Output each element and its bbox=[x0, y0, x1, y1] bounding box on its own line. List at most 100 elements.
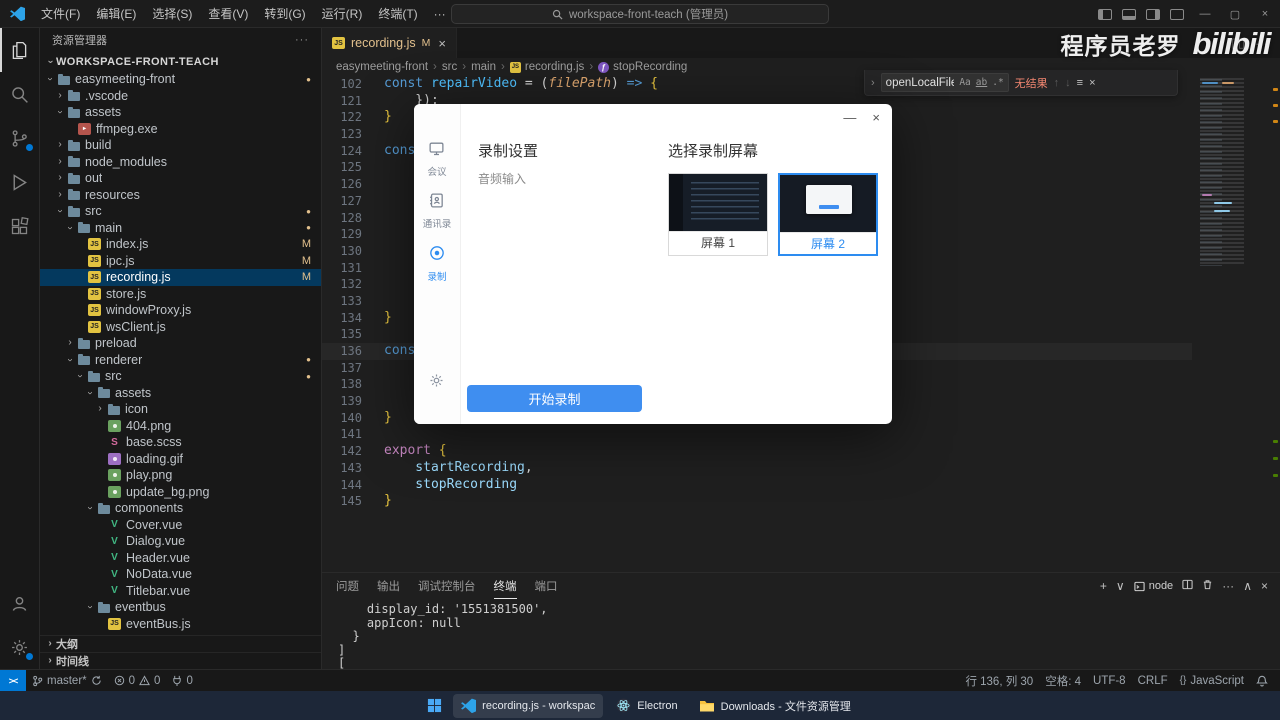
dialog-settings-gear-icon[interactable] bbox=[428, 372, 445, 394]
ports-item[interactable]: 0 bbox=[166, 670, 198, 691]
overview-ruler[interactable] bbox=[1271, 76, 1280, 572]
cursor-position[interactable]: 行 136, 列 30 bbox=[959, 670, 1039, 691]
tree-item-src[interactable]: src ● bbox=[40, 368, 321, 385]
breadcrumb-main[interactable]: main bbox=[471, 61, 496, 73]
customize-layout-icon[interactable] bbox=[1170, 8, 1184, 20]
minimap[interactable] bbox=[1194, 76, 1270, 266]
screen-option-1[interactable]: 屏幕 1 bbox=[668, 173, 768, 256]
breadcrumb-easymeeting-front[interactable]: easymeeting-front bbox=[336, 61, 428, 73]
dialog-nav-录制[interactable]: 录制 bbox=[427, 244, 447, 283]
tree-item-out[interactable]: out bbox=[40, 170, 321, 187]
find-expand-icon[interactable]: › bbox=[871, 77, 875, 89]
editor-more-icon[interactable]: ··· bbox=[1255, 36, 1268, 51]
encoding[interactable]: UTF-8 bbox=[1087, 670, 1132, 691]
tree-item-node_modules[interactable]: node_modules bbox=[40, 154, 321, 171]
tree-item-play.png[interactable]: play.png bbox=[40, 467, 321, 484]
find-previous-icon[interactable]: ↑ bbox=[1054, 77, 1060, 89]
source-control-icon[interactable] bbox=[0, 116, 40, 160]
match-case-icon[interactable]: Aa bbox=[959, 77, 970, 88]
panel-tab-输出[interactable]: 输出 bbox=[377, 573, 400, 599]
tree-item-easymeeting-front[interactable]: easymeeting-front ● bbox=[40, 71, 321, 88]
kill-terminal-icon[interactable] bbox=[1202, 579, 1213, 593]
find-close-icon[interactable]: × bbox=[1089, 77, 1095, 89]
tree-item-Dialog.vue[interactable]: Dialog.vue bbox=[40, 533, 321, 550]
menu-文件(F)[interactable]: 文件(F) bbox=[33, 0, 88, 27]
sidebar-section-大纲[interactable]: 大纲 bbox=[40, 635, 321, 652]
taskbar-electron[interactable]: Electron bbox=[608, 694, 685, 718]
dialog-minimize-icon[interactable]: — bbox=[843, 111, 856, 124]
menu-编辑(E)[interactable]: 编辑(E) bbox=[88, 0, 144, 27]
menu-终端(T)[interactable]: 终端(T) bbox=[370, 0, 425, 27]
panel-more-icon[interactable]: ··· bbox=[1222, 579, 1234, 593]
tree-item-renderer[interactable]: renderer ● bbox=[40, 352, 321, 369]
panel-tab-问题[interactable]: 问题 bbox=[336, 573, 359, 599]
code-line-143[interactable]: 143 startRecording, bbox=[322, 460, 1192, 477]
eol-sequence[interactable]: CRLF bbox=[1132, 670, 1174, 691]
tree-item-.vscode[interactable]: .vscode bbox=[40, 88, 321, 105]
code-line-141[interactable]: 141 bbox=[322, 426, 1192, 443]
menu-运行(R)[interactable]: 运行(R) bbox=[314, 0, 371, 27]
close-panel-icon[interactable]: × bbox=[1261, 579, 1268, 593]
maximize-panel-icon[interactable]: ∧ bbox=[1243, 579, 1252, 593]
tree-item-eventBus.js[interactable]: eventBus.js bbox=[40, 616, 321, 633]
breadcrumb-src[interactable]: src bbox=[442, 61, 457, 73]
find-next-icon[interactable]: ↓ bbox=[1065, 77, 1071, 89]
panel-tab-终端[interactable]: 终端 bbox=[493, 573, 517, 599]
find-input[interactable]: openLocalFile Aa ab .* bbox=[880, 73, 1009, 92]
tree-item-recording.js[interactable]: recording.js M bbox=[40, 269, 321, 286]
search-sidebar-icon[interactable] bbox=[0, 72, 40, 116]
tree-item-ffmpeg.exe[interactable]: ffmpeg.exe bbox=[40, 121, 321, 138]
menu-转到(G)[interactable]: 转到(G) bbox=[256, 0, 313, 27]
dialog-nav-通讯录[interactable]: 通讯录 bbox=[423, 192, 451, 230]
command-center-search[interactable]: workspace-front-teach (管理员) bbox=[451, 4, 829, 24]
menu-查看(V)[interactable]: 查看(V) bbox=[200, 0, 256, 27]
tree-item-eventbus[interactable]: eventbus bbox=[40, 599, 321, 616]
close-button[interactable]: × bbox=[1250, 8, 1280, 20]
code-line-145[interactable]: 145} bbox=[322, 493, 1192, 510]
panel-tab-端口[interactable]: 端口 bbox=[535, 573, 558, 599]
tree-item-base.scss[interactable]: base.scss bbox=[40, 434, 321, 451]
tree-item-src[interactable]: src ● bbox=[40, 203, 321, 220]
remote-indicator[interactable]: >< bbox=[0, 670, 26, 691]
whole-word-icon[interactable]: ab bbox=[976, 77, 987, 88]
notifications-bell-icon[interactable] bbox=[1250, 670, 1274, 691]
run-debug-icon[interactable] bbox=[0, 160, 40, 204]
tab-close-icon[interactable]: × bbox=[438, 36, 446, 51]
breadcrumb-stopRecording[interactable]: stopRecording bbox=[598, 61, 687, 73]
audio-input-label[interactable]: 音频输入 bbox=[478, 170, 538, 187]
start-button[interactable] bbox=[421, 694, 448, 718]
menu-选择(S)[interactable]: 选择(S) bbox=[144, 0, 200, 27]
panel-tab-调试控制台[interactable]: 调试控制台 bbox=[418, 573, 476, 599]
toggle-secondary-sidebar-icon[interactable] bbox=[1146, 8, 1160, 20]
tree-item-store.js[interactable]: store.js bbox=[40, 286, 321, 303]
tree-item-update_bg.png[interactable]: update_bg.png bbox=[40, 484, 321, 501]
tree-item-Cover.vue[interactable]: Cover.vue bbox=[40, 517, 321, 534]
account-icon[interactable] bbox=[0, 581, 40, 625]
problems-item[interactable]: 0 0 bbox=[108, 670, 167, 691]
tree-item-assets[interactable]: assets bbox=[40, 385, 321, 402]
code-line-142[interactable]: 142 export { bbox=[322, 443, 1192, 460]
taskbar-vscode[interactable]: recording.js - workspac bbox=[453, 693, 604, 718]
split-editor-icon[interactable]: ▯▯ bbox=[1231, 35, 1245, 51]
code-line-144[interactable]: 144 stopRecording bbox=[322, 477, 1192, 494]
toggle-sidebar-icon[interactable] bbox=[1098, 8, 1112, 20]
tree-item-preload[interactable]: preload bbox=[40, 335, 321, 352]
regex-icon[interactable]: .* bbox=[992, 77, 1003, 88]
tree-item-NoData.vue[interactable]: NoData.vue bbox=[40, 566, 321, 583]
split-terminal-icon[interactable] bbox=[1182, 579, 1193, 593]
dialog-nav-会议[interactable]: 会议 bbox=[427, 140, 447, 178]
find-in-selection-icon[interactable]: ≡ bbox=[1077, 77, 1083, 89]
taskbar-folder[interactable]: Downloads - 文件资源管理 bbox=[691, 694, 859, 718]
tab-recording-js[interactable]: recording.js M × bbox=[322, 28, 457, 58]
language-mode[interactable]: {} JavaScript bbox=[1174, 670, 1250, 691]
extensions-icon[interactable] bbox=[0, 204, 40, 248]
tree-item-assets[interactable]: assets bbox=[40, 104, 321, 121]
git-branch-item[interactable]: master* bbox=[26, 670, 108, 691]
maximize-button[interactable]: ▢ bbox=[1220, 8, 1250, 21]
tree-item-loading.gif[interactable]: loading.gif bbox=[40, 451, 321, 468]
tree-item-main[interactable]: main ● bbox=[40, 220, 321, 237]
tree-item-Titlebar.vue[interactable]: Titlebar.vue bbox=[40, 583, 321, 600]
tree-item-ipc.js[interactable]: ipc.js M bbox=[40, 253, 321, 270]
tree-item-Header.vue[interactable]: Header.vue bbox=[40, 550, 321, 567]
toggle-panel-icon[interactable] bbox=[1122, 8, 1136, 20]
